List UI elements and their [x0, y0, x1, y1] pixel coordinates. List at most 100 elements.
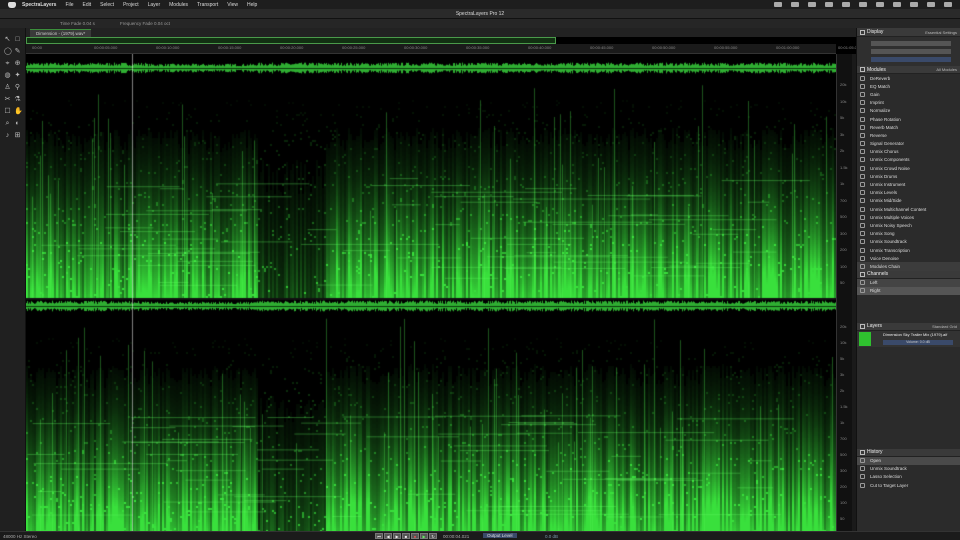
rewind-icon[interactable]: ⏮ — [375, 533, 383, 539]
module-item[interactable]: Unmix Transcription — [857, 246, 960, 254]
modules-panel-header[interactable]: Modules All Modules — [857, 66, 960, 74]
module-item[interactable]: Reverse — [857, 131, 960, 139]
menu-transport[interactable]: Transport — [197, 2, 218, 8]
layers-mode[interactable]: Standard Grid — [932, 324, 957, 329]
layer-volume[interactable]: Volume: 0.0 dB — [883, 339, 953, 345]
channel-right[interactable]: Right — [857, 286, 960, 295]
status-icon[interactable] — [842, 2, 850, 7]
tool-icon[interactable]: ◯ — [4, 48, 12, 55]
module-item[interactable]: DeReverb — [857, 74, 960, 82]
status-icon[interactable] — [774, 2, 782, 7]
tool-icon[interactable]: ⚗ — [14, 96, 21, 103]
history-item[interactable]: Cut to Target Layer — [857, 481, 960, 489]
module-item[interactable]: Unmix Song — [857, 230, 960, 238]
apple-icon[interactable] — [8, 1, 16, 8]
overview-bar[interactable] — [26, 37, 556, 44]
time-fade[interactable]: Time Fade 0.04 s — [60, 21, 120, 26]
menu-view[interactable]: View — [227, 2, 238, 8]
module-item[interactable]: Unmix Noisy Speech — [857, 221, 960, 229]
module-item[interactable]: Signal Generator — [857, 140, 960, 148]
display-preset[interactable]: Essential Settings — [925, 30, 957, 35]
channel-toggle-icon[interactable] — [860, 280, 865, 286]
status-icon[interactable] — [876, 2, 884, 7]
module-item[interactable]: Unmix Multiple Voices — [857, 213, 960, 221]
tool-icon[interactable]: ✦ — [14, 72, 21, 79]
tab-project[interactable]: Dimension - (1979).wav* — [30, 28, 92, 37]
tool-icon[interactable]: ⊞ — [14, 132, 21, 139]
module-item[interactable]: Normalize — [857, 107, 960, 115]
tool-icon[interactable]: ↖ — [4, 36, 11, 43]
tool-icon[interactable]: ⊕ — [14, 60, 21, 67]
display-slider[interactable] — [871, 41, 951, 46]
history-item[interactable]: Unmix Soundtrack — [857, 465, 960, 473]
tool-icon[interactable]: ⌖ — [4, 60, 11, 67]
module-item[interactable]: Unmix Soundtrack — [857, 238, 960, 246]
module-item[interactable]: Unmix Components — [857, 156, 960, 164]
record-icon[interactable]: ● — [411, 533, 419, 539]
menu-app-name[interactable]: SpectraLayers — [22, 2, 56, 8]
display-slider[interactable] — [871, 57, 951, 62]
tool-icon[interactable]: ⌕ — [4, 120, 11, 127]
module-item[interactable]: Phase Rotation — [857, 115, 960, 123]
forward-icon[interactable]: ▶ — [393, 533, 401, 539]
status-icon[interactable] — [927, 2, 935, 7]
play-icon[interactable]: ▶ — [420, 533, 428, 539]
module-item[interactable]: Unmix Multichannel Content — [857, 205, 960, 213]
tool-icon[interactable]: ✂ — [4, 96, 11, 103]
menu-layer[interactable]: Layer — [148, 2, 161, 8]
tool-icon[interactable]: ☐ — [4, 108, 11, 115]
loop-icon[interactable]: ↻ — [429, 533, 437, 539]
spectrogram-view[interactable] — [26, 54, 836, 531]
tool-icon[interactable]: ♙ — [4, 84, 11, 91]
module-item[interactable]: Unmix Chorus — [857, 148, 960, 156]
module-item[interactable]: Voice Denoise — [857, 254, 960, 262]
timeline-ruler[interactable]: 00:00 00:00:05.000 00:00:10.000 00:00:15.00… — [26, 44, 861, 54]
status-icon[interactable] — [825, 2, 833, 7]
menu-help[interactable]: Help — [247, 2, 257, 8]
display-slider[interactable] — [871, 49, 951, 54]
status-icon[interactable] — [859, 2, 867, 7]
status-icon[interactable] — [893, 2, 901, 7]
status-icon[interactable] — [791, 2, 799, 7]
frequency-fade[interactable]: Frequency Fade 0.04 oct — [120, 21, 200, 26]
module-item[interactable]: Reverb Match — [857, 123, 960, 131]
menu-project[interactable]: Project — [123, 2, 139, 8]
layer-row[interactable]: Dimension Sky Trailer Mix (1979).aif Vol… — [857, 330, 960, 347]
status-icon[interactable] — [944, 2, 952, 7]
status-icon[interactable] — [808, 2, 816, 7]
channel-toggle-icon[interactable] — [860, 288, 865, 294]
tool-icon[interactable]: ♪ — [4, 132, 11, 139]
spectrogram-canvas[interactable] — [26, 54, 836, 531]
tool-icon[interactable]: ✋ — [14, 108, 23, 115]
module-item[interactable]: Unmix Drums — [857, 172, 960, 180]
status-icon[interactable] — [910, 2, 918, 7]
module-item[interactable]: Unmix Levels — [857, 189, 960, 197]
channel-left[interactable]: Left — [857, 278, 960, 287]
display-panel-header[interactable]: Display Essential Settings — [857, 28, 960, 37]
output-level-value[interactable]: 0.0 dB — [545, 534, 558, 539]
history-panel-header[interactable]: History — [857, 448, 960, 457]
tool-icon[interactable]: ✎ — [14, 48, 21, 55]
module-item[interactable]: Unmix Mid/Side — [857, 197, 960, 205]
layers-panel-header[interactable]: Layers Standard Grid — [857, 322, 960, 331]
back-icon[interactable]: ◀ — [384, 533, 392, 539]
module-item[interactable]: Unmix Instrument — [857, 180, 960, 188]
menu-file[interactable]: File — [65, 2, 73, 8]
tool-icon[interactable]: ◍ — [4, 72, 11, 79]
tool-icon[interactable]: ⚲ — [14, 84, 21, 91]
history-item[interactable]: Open — [857, 456, 960, 465]
tool-icon[interactable]: ◐ — [14, 120, 21, 127]
modules-filter[interactable]: All Modules — [936, 67, 957, 72]
channels-panel-header[interactable]: Channels — [857, 270, 960, 279]
module-item[interactable]: EQ Match — [857, 82, 960, 90]
module-item[interactable]: Imprint — [857, 99, 960, 107]
module-item[interactable]: Unmix Crowd Noise — [857, 164, 960, 172]
history-item[interactable]: Lasso Selection — [857, 473, 960, 481]
tool-icon[interactable]: □ — [14, 36, 21, 43]
menu-edit[interactable]: Edit — [83, 2, 92, 8]
module-item[interactable]: Modules Chain — [857, 262, 960, 271]
layer-name[interactable]: Dimension Sky Trailer Mix (1979).aif — [883, 332, 947, 337]
module-item[interactable]: Gain — [857, 90, 960, 98]
menu-select[interactable]: Select — [100, 2, 114, 8]
menu-modules[interactable]: Modules — [169, 2, 188, 8]
